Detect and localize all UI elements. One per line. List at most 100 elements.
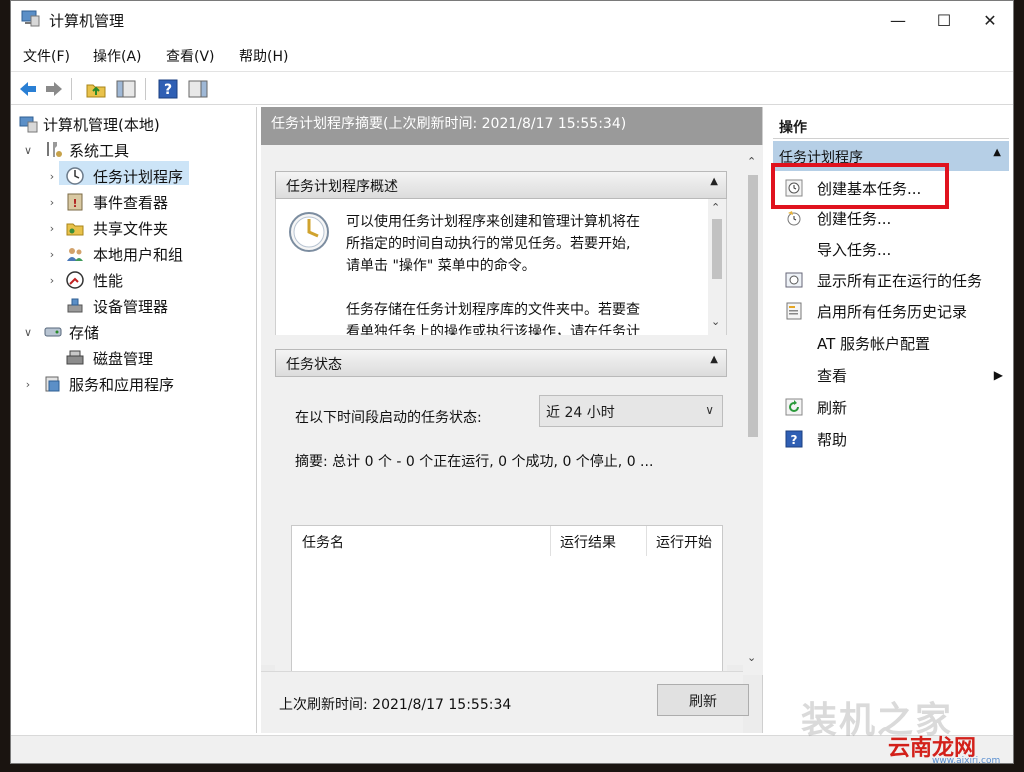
summary-header: 任务计划程序摘要(上次刷新时间: 2021/8/17 15:55:34) <box>261 107 762 145</box>
collapse-caret-icon[interactable]: ▲ <box>710 354 718 365</box>
action-refresh[interactable]: 刷新 <box>773 392 1009 422</box>
scroll-down-icon[interactable]: ⌄ <box>711 315 720 328</box>
task-status-table: 任务名 运行结果 运行开始 <box>291 525 723 675</box>
expand-chevron-icon[interactable]: › <box>45 170 59 183</box>
action-label: 创建任务... <box>817 209 892 228</box>
up-folder-icon[interactable] <box>85 78 107 100</box>
center-scrollbar[interactable]: ⌃ ⌄ <box>743 145 763 675</box>
tree-item-services[interactable]: › 服务和应用程序 <box>11 371 257 397</box>
task-scheduler-clock-icon <box>289 212 329 252</box>
menu-bar: 文件(F) 操作(A) 查看(V) 帮助(H) <box>11 41 1013 69</box>
column-header-task-name[interactable]: 任务名 <box>292 526 550 556</box>
tree-label-disk-management: 磁盘管理 <box>93 349 154 368</box>
tree-item-local-users[interactable]: › 本地用户和组 <box>11 241 257 267</box>
overview-scroll-thumb[interactable] <box>712 219 722 279</box>
tree-item-shared-folders[interactable]: › 共享文件夹 <box>11 215 257 241</box>
column-header-run-start[interactable]: 运行开始 <box>646 526 722 556</box>
center-pane: 任务计划程序摘要(上次刷新时间: 2021/8/17 15:55:34) 任务计… <box>261 107 763 733</box>
tree-item-root[interactable]: 计算机管理(本地) <box>11 111 257 137</box>
minimize-button[interactable]: — <box>875 1 921 39</box>
svg-text:?: ? <box>791 433 798 447</box>
running-tasks-icon <box>785 272 803 288</box>
column-header-run-result[interactable]: 运行结果 <box>550 526 646 556</box>
title-bar: 计算机管理 — ☐ ✕ <box>11 1 1013 39</box>
menu-help[interactable]: 帮助(H) <box>239 46 288 66</box>
action-import-task[interactable]: 导入任务... <box>773 234 1009 264</box>
show-hide-action-pane-icon[interactable] <box>187 78 209 100</box>
show-hide-tree-icon[interactable] <box>115 78 137 100</box>
refresh-button[interactable]: 刷新 <box>657 684 749 716</box>
overview-line: 任务存储在任务计划程序库的文件夹中。若要查 <box>346 302 640 318</box>
expand-chevron-icon[interactable]: › <box>45 274 59 287</box>
scroll-up-icon[interactable]: ⌃ <box>747 155 756 168</box>
action-enable-task-history[interactable]: 启用所有任务历史记录 <box>773 296 1009 326</box>
svg-text:?: ? <box>164 82 172 98</box>
tree-item-device-manager[interactable]: 设备管理器 <box>11 293 257 319</box>
action-at-service-account[interactable]: AT 服务帐户配置 <box>773 328 1009 358</box>
tree-item-storage[interactable]: ∨ 存储 <box>11 319 257 345</box>
expand-chevron-icon[interactable]: › <box>45 248 59 261</box>
summary-body: 任务计划程序概述 ▲ 可以使用任务计划程序来创建和管理计算机将在 所指定的时间自… <box>261 145 743 675</box>
shared-folder-icon <box>66 223 84 236</box>
status-section-header[interactable]: 任务状态 ▲ <box>275 349 727 377</box>
close-icon: ✕ <box>983 10 997 30</box>
task-history-icon <box>786 302 802 320</box>
collapse-caret-icon[interactable]: ▲ <box>710 176 718 187</box>
expand-chevron-icon[interactable]: › <box>21 378 35 391</box>
action-label: 启用所有任务历史记录 <box>817 302 968 321</box>
back-arrow-icon[interactable] <box>17 78 39 100</box>
overview-line: 所指定的时间自动执行的常见任务。若要开始, <box>346 236 631 252</box>
status-summary: 摘要: 总计 0 个 - 0 个正在运行, 0 个成功, 0 个停止, 0 ..… <box>295 454 654 470</box>
status-period-value: 近 24 小时 <box>546 405 615 421</box>
tree-item-disk-management[interactable]: 磁盘管理 <box>11 345 257 371</box>
tree-item-task-scheduler[interactable]: › 任务计划程序 <box>11 163 257 189</box>
tree-item-system-tools[interactable]: ∨ 系统工具 <box>11 137 257 163</box>
tree-label-storage: 存储 <box>69 323 100 342</box>
tree-label-device-manager: 设备管理器 <box>93 297 169 316</box>
scroll-up-icon[interactable]: ⌃ <box>711 201 720 214</box>
overview-section-title: 任务计划程序概述 <box>286 179 398 195</box>
close-button[interactable]: ✕ <box>967 1 1013 39</box>
actions-pane: 操作 任务计划程序 ▲ 创建基本任务... 创建任务... 导入任务... 显示… <box>767 107 1013 733</box>
brand-url: www.aixiri.com <box>932 756 1001 766</box>
status-period-select[interactable]: 近 24 小时 ∨ <box>539 395 723 427</box>
device-manager-icon <box>67 298 83 313</box>
expand-chevron-icon[interactable]: › <box>45 222 59 235</box>
tree-label-event-viewer: 事件查看器 <box>93 193 169 212</box>
tree-label-services: 服务和应用程序 <box>69 375 175 394</box>
tree-label-root: 计算机管理(本地) <box>43 115 160 134</box>
action-label: 查看 <box>817 366 848 385</box>
action-label: 显示所有正在运行的任务 <box>817 271 983 290</box>
tree-item-event-viewer[interactable]: › ! 事件查看器 <box>11 189 257 215</box>
action-view[interactable]: 查看 ▶ <box>773 360 1009 390</box>
status-panel: 在以下时间段启动的任务状态: 近 24 小时 ∨ 摘要: 总计 0 个 - 0 … <box>275 377 727 675</box>
scroll-down-icon[interactable]: ⌄ <box>747 651 756 664</box>
action-help[interactable]: ? 帮助 <box>773 424 1009 454</box>
menu-view[interactable]: 查看(V) <box>166 46 215 66</box>
menu-action[interactable]: 操作(A) <box>93 46 142 66</box>
overview-scrollbar[interactable]: ⌃ ⌄ <box>708 199 726 335</box>
toolbar: ? <box>11 71 1013 105</box>
status-section-title: 任务状态 <box>286 357 342 373</box>
overview-line: 请单击 "操作" 菜单中的命令。 <box>346 258 536 274</box>
action-show-running-tasks[interactable]: 显示所有正在运行的任务 <box>773 265 1009 295</box>
collapse-caret-icon[interactable]: ▲ <box>993 147 1001 158</box>
tree-label-local-users: 本地用户和组 <box>93 245 184 264</box>
annotation-highlight-box <box>771 163 949 209</box>
menu-file[interactable]: 文件(F) <box>23 46 70 66</box>
expand-chevron-icon[interactable]: › <box>45 196 59 209</box>
tree-label-system-tools: 系统工具 <box>69 141 130 160</box>
center-scroll-thumb[interactable] <box>748 175 758 437</box>
maximize-button[interactable]: ☐ <box>921 1 967 39</box>
tools-icon <box>47 142 62 157</box>
action-label: 刷新 <box>817 398 848 417</box>
create-task-icon <box>787 211 801 226</box>
summary-footer: 上次刷新时间: 2021/8/17 15:55:34 刷新 <box>261 671 749 733</box>
overview-section-header[interactable]: 任务计划程序概述 ▲ <box>275 171 727 199</box>
collapse-chevron-icon[interactable]: ∨ <box>21 326 35 339</box>
collapse-chevron-icon[interactable]: ∨ <box>21 144 35 157</box>
tree-item-performance[interactable]: › 性能 <box>11 267 257 293</box>
overview-panel: 可以使用任务计划程序来创建和管理计算机将在 所指定的时间自动执行的常见任务。若要… <box>275 199 727 335</box>
help-icon[interactable]: ? <box>157 78 179 100</box>
forward-arrow-icon[interactable] <box>43 78 65 100</box>
